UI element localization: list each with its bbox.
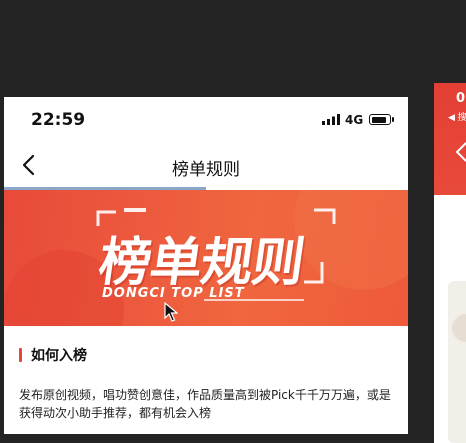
chevron-left-icon xyxy=(455,142,466,162)
status-bar: 22:59 4G xyxy=(4,97,408,143)
rules-banner: 榜单规则 DONGCI TOP LIST xyxy=(4,190,408,326)
adjacent-back-label: ◀ 搜 xyxy=(448,113,466,123)
banner-title: 榜单规则 xyxy=(95,233,308,293)
mouse-cursor-icon xyxy=(164,302,178,322)
adjacent-card xyxy=(448,281,466,443)
battery-icon xyxy=(369,114,391,125)
adjacent-screen: 0 ◀ 搜 xyxy=(434,83,466,443)
section-accent-bar xyxy=(19,348,22,362)
section-heading-text: 如何入榜 xyxy=(31,348,87,364)
nav-bar: 榜单规则 xyxy=(4,143,408,187)
status-time: 22:59 xyxy=(31,110,86,130)
phone-screen: 22:59 4G 榜单规则 榜单规则 DONGCI TOP LIST 如何入榜 … xyxy=(4,97,408,434)
adjacent-status-time: 0 xyxy=(456,91,466,106)
signal-icon xyxy=(322,114,340,125)
battery-tip xyxy=(392,117,394,122)
page-title: 榜单规则 xyxy=(172,160,240,180)
section-body: 发布原创视频，唱功赞创意佳，作品质量高到被Pick千千万万遍，或是获得动次小助手… xyxy=(19,388,391,420)
banner-subtitle: DONGCI TOP LIST xyxy=(102,286,245,301)
network-type: 4G xyxy=(345,113,364,127)
section-heading: 如何入榜 xyxy=(19,346,87,364)
adjacent-screen-header: 0 ◀ 搜 xyxy=(434,83,466,195)
